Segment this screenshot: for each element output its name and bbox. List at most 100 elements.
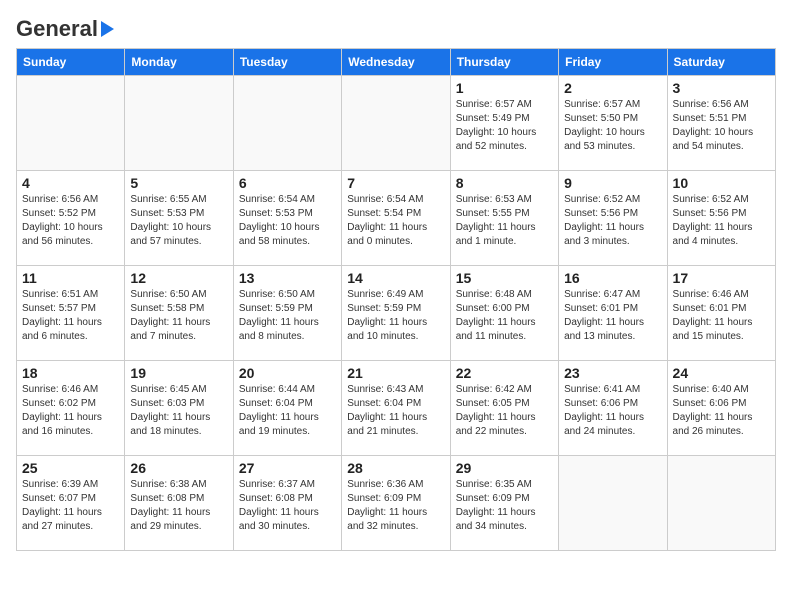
day-info: Sunrise: 6:57 AMSunset: 5:49 PMDaylight:… (456, 98, 553, 154)
day-number: 28 (347, 460, 444, 476)
day-number: 22 (456, 365, 553, 381)
day-number: 2 (564, 80, 661, 96)
day-number: 20 (239, 365, 336, 381)
day-info: Sunrise: 6:57 AMSunset: 5:50 PMDaylight:… (564, 98, 661, 154)
calendar-cell: 28 Sunrise: 6:36 AMSunset: 6:09 PMDayligh… (342, 456, 450, 551)
day-info: Sunrise: 6:49 AMSunset: 5:59 PMDaylight:… (347, 288, 444, 344)
calendar-cell (667, 456, 775, 551)
day-info: Sunrise: 6:54 AMSunset: 5:53 PMDaylight:… (239, 193, 336, 249)
day-number: 10 (673, 175, 770, 191)
day-number: 1 (456, 80, 553, 96)
weekday-header: Friday (559, 49, 667, 76)
day-info: Sunrise: 6:44 AMSunset: 6:04 PMDaylight:… (239, 383, 336, 439)
day-number: 18 (22, 365, 119, 381)
weekday-header: Wednesday (342, 49, 450, 76)
day-info: Sunrise: 6:55 AMSunset: 5:53 PMDaylight:… (130, 193, 227, 249)
day-info: Sunrise: 6:50 AMSunset: 5:59 PMDaylight:… (239, 288, 336, 344)
day-info: Sunrise: 6:46 AMSunset: 6:02 PMDaylight:… (22, 383, 119, 439)
day-info: Sunrise: 6:35 AMSunset: 6:09 PMDaylight:… (456, 478, 553, 534)
day-number: 14 (347, 270, 444, 286)
calendar-cell: 13 Sunrise: 6:50 AMSunset: 5:59 PMDayligh… (233, 266, 341, 361)
day-info: Sunrise: 6:52 AMSunset: 5:56 PMDaylight:… (673, 193, 770, 249)
day-number: 21 (347, 365, 444, 381)
calendar-week-row: 18 Sunrise: 6:46 AMSunset: 6:02 PMDayligh… (17, 361, 776, 456)
calendar-cell: 15 Sunrise: 6:48 AMSunset: 6:00 PMDayligh… (450, 266, 558, 361)
day-number: 8 (456, 175, 553, 191)
calendar-cell (17, 76, 125, 171)
weekday-header: Saturday (667, 49, 775, 76)
calendar-cell: 8Sunrise: 6:53 AMSunset: 5:55 PMDaylight… (450, 171, 558, 266)
day-info: Sunrise: 6:46 AMSunset: 6:01 PMDaylight:… (673, 288, 770, 344)
calendar-cell: 11Sunrise: 6:51 AMSunset: 5:57 PMDayligh… (17, 266, 125, 361)
calendar-cell (125, 76, 233, 171)
calendar-cell (559, 456, 667, 551)
calendar-cell: 29 Sunrise: 6:35 AMSunset: 6:09 PMDayligh… (450, 456, 558, 551)
calendar-cell: 21 Sunrise: 6:43 AMSunset: 6:04 PMDayligh… (342, 361, 450, 456)
day-number: 27 (239, 460, 336, 476)
weekday-header: Sunday (17, 49, 125, 76)
page-header: General (16, 16, 776, 38)
calendar-cell: 23 Sunrise: 6:41 AMSunset: 6:06 PMDayligh… (559, 361, 667, 456)
calendar-cell: 20 Sunrise: 6:44 AMSunset: 6:04 PMDayligh… (233, 361, 341, 456)
calendar-cell: 3 Sunrise: 6:56 AMSunset: 5:51 PMDaylight… (667, 76, 775, 171)
calendar-week-row: 11Sunrise: 6:51 AMSunset: 5:57 PMDayligh… (17, 266, 776, 361)
calendar-cell: 12 Sunrise: 6:50 AMSunset: 5:58 PMDayligh… (125, 266, 233, 361)
calendar-week-row: 25Sunrise: 6:39 AMSunset: 6:07 PMDayligh… (17, 456, 776, 551)
weekday-header: Tuesday (233, 49, 341, 76)
weekday-header: Thursday (450, 49, 558, 76)
weekday-header: Monday (125, 49, 233, 76)
day-info: Sunrise: 6:40 AMSunset: 6:06 PMDaylight:… (673, 383, 770, 439)
calendar-cell: 17Sunrise: 6:46 AMSunset: 6:01 PMDayligh… (667, 266, 775, 361)
calendar-week-row: 4Sunrise: 6:56 AMSunset: 5:52 PMDaylight… (17, 171, 776, 266)
calendar-cell: 27Sunrise: 6:37 AMSunset: 6:08 PMDayligh… (233, 456, 341, 551)
calendar-cell: 24 Sunrise: 6:40 AMSunset: 6:06 PMDayligh… (667, 361, 775, 456)
calendar-cell (342, 76, 450, 171)
day-info: Sunrise: 6:38 AMSunset: 6:08 PMDaylight:… (130, 478, 227, 534)
day-info: Sunrise: 6:43 AMSunset: 6:04 PMDaylight:… (347, 383, 444, 439)
calendar-cell: 9 Sunrise: 6:52 AMSunset: 5:56 PMDaylight… (559, 171, 667, 266)
day-info: Sunrise: 6:36 AMSunset: 6:09 PMDaylight:… (347, 478, 444, 534)
calendar-cell: 25Sunrise: 6:39 AMSunset: 6:07 PMDayligh… (17, 456, 125, 551)
day-info: Sunrise: 6:56 AMSunset: 5:52 PMDaylight:… (22, 193, 119, 249)
day-number: 23 (564, 365, 661, 381)
day-number: 3 (673, 80, 770, 96)
day-number: 15 (456, 270, 553, 286)
day-number: 12 (130, 270, 227, 286)
calendar-cell: 1 Sunrise: 6:57 AMSunset: 5:49 PMDaylight… (450, 76, 558, 171)
calendar-table: SundayMondayTuesdayWednesdayThursdayFrid… (16, 48, 776, 551)
logo: General (16, 16, 114, 38)
calendar-cell: 18 Sunrise: 6:46 AMSunset: 6:02 PMDayligh… (17, 361, 125, 456)
calendar-cell: 4Sunrise: 6:56 AMSunset: 5:52 PMDaylight… (17, 171, 125, 266)
calendar-cell: 14 Sunrise: 6:49 AMSunset: 5:59 PMDayligh… (342, 266, 450, 361)
calendar-cell: 10 Sunrise: 6:52 AMSunset: 5:56 PMDayligh… (667, 171, 775, 266)
calendar-cell: 6Sunrise: 6:54 AMSunset: 5:53 PMDaylight… (233, 171, 341, 266)
day-number: 19 (130, 365, 227, 381)
calendar-cell (233, 76, 341, 171)
day-number: 5 (130, 175, 227, 191)
day-number: 26 (130, 460, 227, 476)
day-info: Sunrise: 6:41 AMSunset: 6:06 PMDaylight:… (564, 383, 661, 439)
calendar-cell: 7Sunrise: 6:54 AMSunset: 5:54 PMDaylight… (342, 171, 450, 266)
calendar-cell: 2 Sunrise: 6:57 AMSunset: 5:50 PMDaylight… (559, 76, 667, 171)
day-info: Sunrise: 6:39 AMSunset: 6:07 PMDaylight:… (22, 478, 119, 534)
day-info: Sunrise: 6:45 AMSunset: 6:03 PMDaylight:… (130, 383, 227, 439)
day-info: Sunrise: 6:47 AMSunset: 6:01 PMDaylight:… (564, 288, 661, 344)
day-info: Sunrise: 6:51 AMSunset: 5:57 PMDaylight:… (22, 288, 119, 344)
day-number: 7 (347, 175, 444, 191)
day-info: Sunrise: 6:52 AMSunset: 5:56 PMDaylight:… (564, 193, 661, 249)
calendar-cell: 26 Sunrise: 6:38 AMSunset: 6:08 PMDayligh… (125, 456, 233, 551)
day-number: 9 (564, 175, 661, 191)
logo-arrow-icon (101, 21, 114, 37)
day-number: 29 (456, 460, 553, 476)
calendar-header-row: SundayMondayTuesdayWednesdayThursdayFrid… (17, 49, 776, 76)
day-info: Sunrise: 6:42 AMSunset: 6:05 PMDaylight:… (456, 383, 553, 439)
day-info: Sunrise: 6:48 AMSunset: 6:00 PMDaylight:… (456, 288, 553, 344)
logo-general: General (16, 16, 98, 42)
calendar-cell: 22 Sunrise: 6:42 AMSunset: 6:05 PMDayligh… (450, 361, 558, 456)
day-info: Sunrise: 6:50 AMSunset: 5:58 PMDaylight:… (130, 288, 227, 344)
day-info: Sunrise: 6:56 AMSunset: 5:51 PMDaylight:… (673, 98, 770, 154)
day-number: 16 (564, 270, 661, 286)
day-number: 13 (239, 270, 336, 286)
day-number: 24 (673, 365, 770, 381)
calendar-cell: 16 Sunrise: 6:47 AMSunset: 6:01 PMDayligh… (559, 266, 667, 361)
